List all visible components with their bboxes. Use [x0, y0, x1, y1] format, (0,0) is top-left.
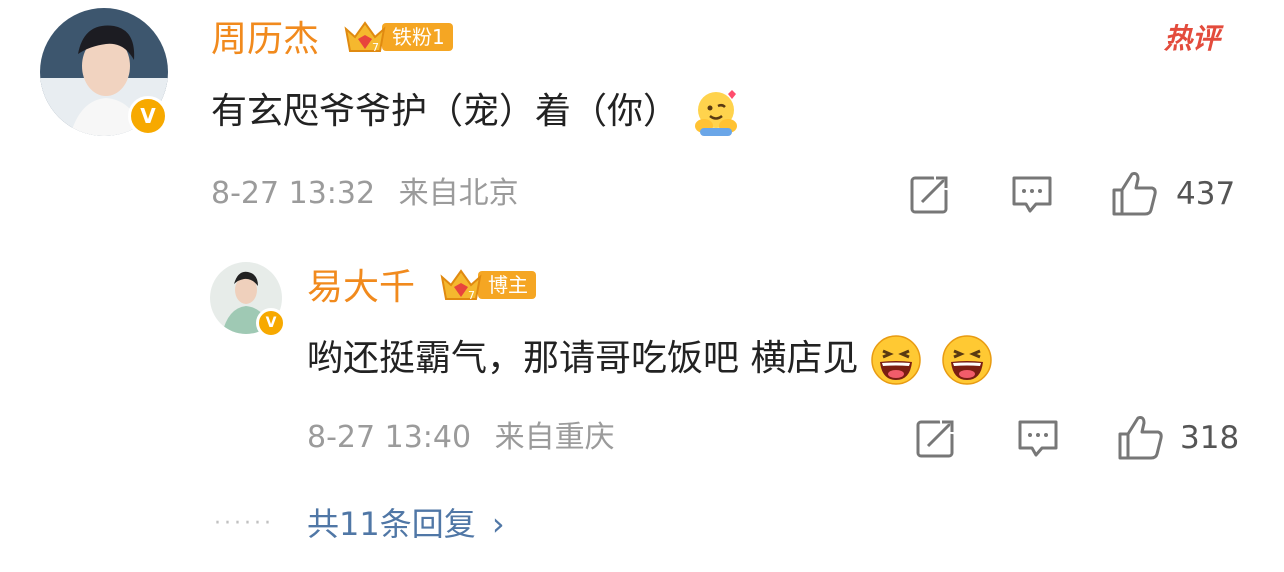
fan-badge-label: 铁粉1	[382, 23, 453, 51]
comment-location: 来自北京	[398, 176, 519, 211]
hot-comment-tag: 热评	[1164, 22, 1220, 56]
comment-text: 有玄咫爷爷护（宠）着（你）	[211, 88, 742, 138]
verified-icon: V	[128, 96, 168, 136]
hot-label: 热评	[1164, 22, 1221, 55]
reply-time: 8-27 13:40	[307, 420, 472, 455]
emoji-laugh-icon	[870, 334, 922, 386]
comment-meta: 8-27 13:32 来自北京	[211, 176, 519, 212]
emoji-hug-icon	[690, 88, 742, 138]
reply-meta: 8-27 13:40 来自重庆	[307, 420, 615, 456]
comment-username[interactable]: 周历杰	[211, 20, 319, 60]
reply-fan-badge-label: 博主	[478, 271, 536, 299]
crown-icon: 7	[342, 17, 388, 57]
reply-location: 来自重庆	[494, 420, 615, 455]
reply-text: 哟还挺霸气，那请哥吃饭吧 横店见	[307, 334, 993, 386]
more-replies-label: 共11条回复	[307, 505, 476, 543]
comment-like-count: 437	[1176, 176, 1236, 212]
repost-icon[interactable]	[908, 172, 952, 216]
svg-text:7: 7	[468, 289, 475, 302]
comment-text-body: 有玄咫爷爷护（宠）着（你）	[211, 91, 680, 132]
reply-repost-icon[interactable]	[914, 416, 958, 460]
like-icon[interactable]	[1110, 170, 1158, 218]
reply-like-icon[interactable]	[1116, 414, 1164, 462]
reply-text-body: 哟还挺霸气，那请哥吃饭吧 横店见	[307, 338, 859, 379]
reply-crown-icon: 7	[438, 265, 484, 305]
reply-username[interactable]: 易大千	[307, 268, 415, 308]
reply-like-count: 318	[1180, 420, 1240, 456]
reply-comment-icon[interactable]	[1016, 416, 1060, 460]
avatar[interactable]: V	[40, 8, 168, 136]
emoji-laugh-icon	[941, 334, 993, 386]
more-replies-link[interactable]: 共11条回复 ›	[307, 504, 505, 544]
reply-verified-icon: V	[256, 308, 286, 338]
divider-dots: ······	[214, 511, 274, 536]
reply-avatar[interactable]: V	[210, 262, 286, 338]
fan-badge[interactable]: 7 铁粉1	[342, 20, 453, 54]
chevron-right-icon: ›	[491, 505, 505, 543]
comment-icon[interactable]	[1010, 172, 1054, 216]
comment-time: 8-27 13:32	[211, 176, 376, 211]
svg-text:7: 7	[372, 41, 379, 54]
reply-fan-badge[interactable]: 7 博主	[438, 268, 536, 302]
